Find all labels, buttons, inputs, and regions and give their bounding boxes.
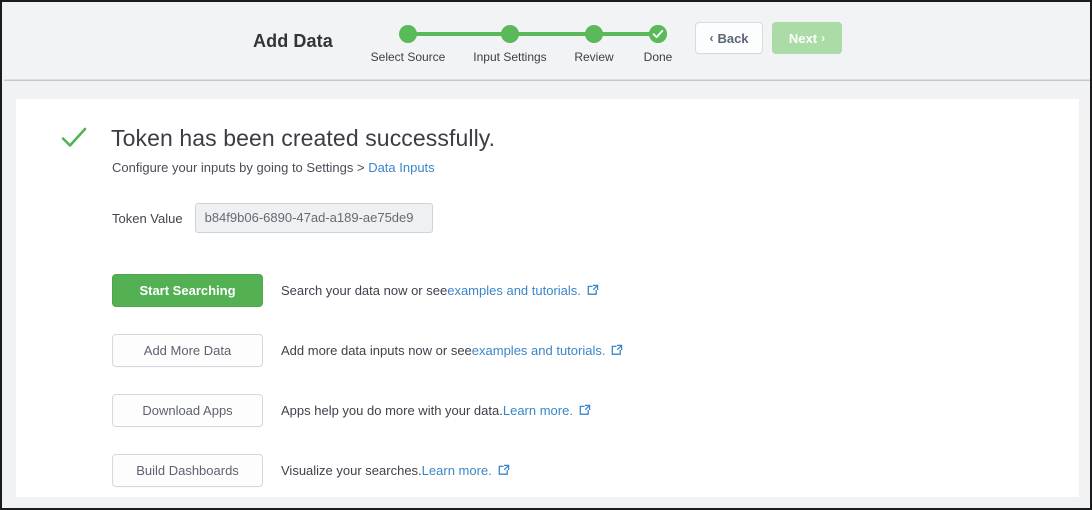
action-description-text: Visualize your searches. <box>281 462 422 478</box>
token-value-row: Token Value b84f9b06-6890-47ad-a189-ae75… <box>112 203 433 233</box>
page-title: Add Data <box>253 31 333 51</box>
action-row-add-more-data: Add More Data Add more data inputs now o… <box>112 320 1012 380</box>
external-link-icon[interactable] <box>498 464 510 479</box>
step-input-settings[interactable]: Input Settings <box>468 18 552 64</box>
next-button[interactable]: Next › <box>772 22 842 54</box>
step-progress-indicator: Select Source Input Settings Review Done <box>364 18 684 74</box>
download-apps-button[interactable]: Download Apps <box>112 393 263 427</box>
action-description-text: Apps help you do more with your data. <box>281 402 503 418</box>
action-row-start-searching: Start Searching Search your data now or … <box>112 260 1012 320</box>
chevron-right-icon: › <box>821 31 826 45</box>
action-description: Apps help you do more with your data. Le… <box>281 403 591 418</box>
action-description: Search your data now or see examples and… <box>281 283 599 298</box>
back-button-label: Back <box>717 30 749 46</box>
app-window: Add Data Select Source Input Settings Re… <box>0 0 1092 510</box>
data-inputs-link[interactable]: Data Inputs <box>368 160 435 175</box>
examples-and-tutorials-link[interactable]: examples and tutorials. <box>447 283 581 298</box>
success-subtitle: Configure your inputs by going to Settin… <box>112 160 435 175</box>
token-value-field[interactable]: b84f9b06-6890-47ad-a189-ae75de9 <box>194 203 433 233</box>
action-description: Add more data inputs now or see examples… <box>281 343 623 358</box>
learn-more-link[interactable]: Learn more. <box>503 403 573 418</box>
action-row-download-apps: Download Apps Apps help you do more with… <box>112 380 1012 440</box>
external-link-icon[interactable] <box>587 284 599 299</box>
page-body: Token has been created successfully. Con… <box>4 81 1090 508</box>
action-description: Visualize your searches. Learn more. <box>281 463 510 478</box>
step-done[interactable]: Done <box>616 18 700 64</box>
next-button-label: Next <box>788 30 818 46</box>
action-description-text: Add more data inputs now or see <box>281 342 472 358</box>
external-link-icon[interactable] <box>611 344 623 359</box>
action-description-text: Search your data now or see <box>281 282 448 298</box>
dot-icon <box>399 25 417 43</box>
add-more-data-button[interactable]: Add More Data <box>112 333 263 367</box>
success-subtitle-text: Configure your inputs by going to Settin… <box>112 160 369 175</box>
dot-icon <box>501 25 519 43</box>
external-link-icon[interactable] <box>579 404 591 419</box>
wizard-header: Add Data Select Source Input Settings Re… <box>4 4 1090 81</box>
start-searching-button[interactable]: Start Searching <box>112 273 263 307</box>
step-label: Select Source <box>370 50 446 64</box>
dot-icon <box>585 25 603 43</box>
chevron-left-icon: ‹ <box>709 31 714 45</box>
token-value-label: Token Value <box>112 210 183 226</box>
back-button[interactable]: ‹ Back <box>695 22 763 54</box>
action-list: Start Searching Search your data now or … <box>112 260 1012 500</box>
step-select-source[interactable]: Select Source <box>366 18 450 64</box>
learn-more-link[interactable]: Learn more. <box>422 463 492 478</box>
action-row-build-dashboards: Build Dashboards Visualize your searches… <box>112 440 1012 500</box>
wizard-nav-buttons: ‹ Back Next › <box>695 22 842 54</box>
success-title: Token has been created successfully. <box>111 125 496 151</box>
build-dashboards-button[interactable]: Build Dashboards <box>112 453 263 487</box>
examples-and-tutorials-link[interactable]: examples and tutorials. <box>472 343 606 358</box>
step-label: Input Settings <box>473 50 547 64</box>
content-card: Token has been created successfully. Con… <box>16 99 1079 497</box>
step-label: Done <box>643 50 673 64</box>
checkmark-icon <box>60 124 88 157</box>
check-circle-icon <box>649 25 667 43</box>
